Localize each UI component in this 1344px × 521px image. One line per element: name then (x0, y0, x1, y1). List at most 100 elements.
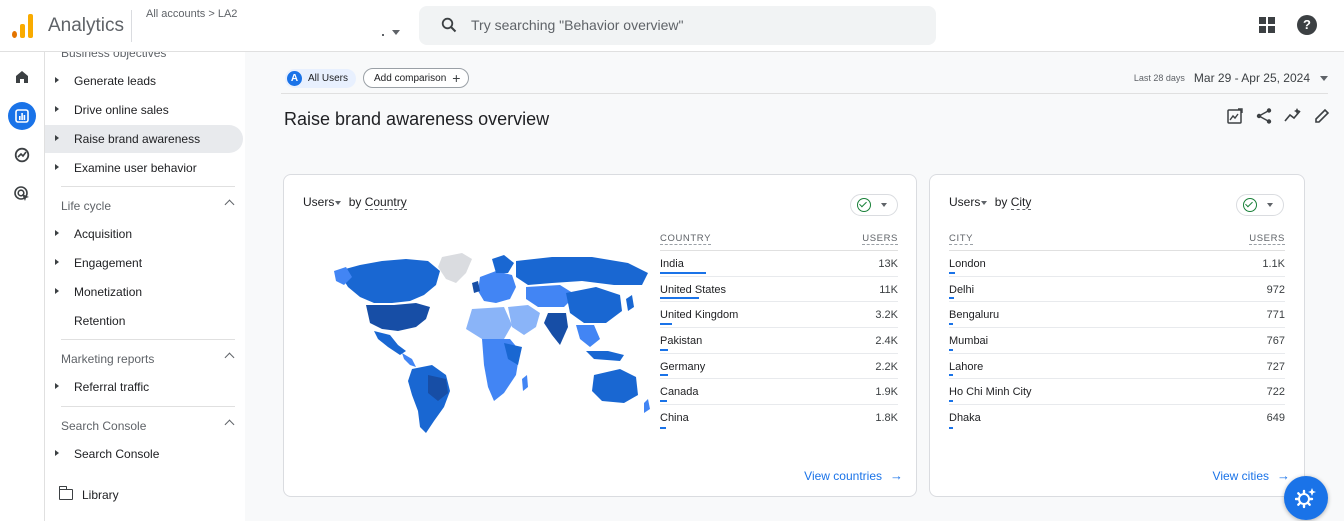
map-greenland (438, 253, 472, 283)
nav-section-life-cycle[interactable]: Life cycle (61, 199, 241, 213)
row-label: Canada (660, 386, 699, 399)
world-map[interactable] (332, 251, 652, 437)
table-row[interactable]: Germany 2.2K (660, 354, 898, 380)
ai-assistant-button[interactable] (1284, 476, 1328, 520)
advertising-icon[interactable] (8, 180, 36, 208)
reports-icon[interactable] (8, 102, 36, 130)
table-row[interactable]: Dhaka 649 (949, 405, 1285, 431)
row-share-bar (949, 348, 953, 351)
customize-report-icon[interactable] (1225, 106, 1245, 126)
row-label: Ho Chi Minh City (949, 386, 1032, 399)
home-icon[interactable] (8, 63, 36, 91)
share-icon[interactable] (1254, 106, 1274, 126)
ai-assistant-icon (1295, 488, 1316, 509)
map-north-africa (466, 307, 512, 339)
view-cities-link[interactable]: View cities → (1213, 468, 1290, 483)
map-australia (592, 369, 638, 403)
nav-item-engagement[interactable]: Engagement (45, 249, 243, 277)
column-header-city[interactable]: CITY (949, 233, 974, 245)
row-label: London (949, 258, 986, 270)
column-header-users[interactable]: USERS (1249, 233, 1285, 245)
row-value: 727 (1266, 360, 1285, 373)
users-by-city-card: Users by City CITY USERS London 1.1K Delhi… (929, 174, 1305, 497)
dimension-selector[interactable]: City (1010, 195, 1032, 210)
map-indonesia (586, 351, 624, 361)
help-icon[interactable]: ? (1297, 15, 1317, 35)
nav-item-generate-leads[interactable]: Generate leads (45, 67, 243, 95)
nav-divider (61, 186, 235, 187)
metric-selector[interactable]: Users (949, 195, 980, 209)
nav-item-label: Drive online sales (74, 103, 169, 117)
account-selector-dropdown[interactable] (380, 22, 404, 42)
table-row[interactable]: India 13K (660, 251, 898, 277)
card-options-chip[interactable] (850, 194, 898, 216)
segment-chip-all-users[interactable]: A All Users (285, 69, 357, 88)
view-countries-link[interactable]: View countries → (804, 468, 903, 483)
map-uk (472, 281, 480, 293)
table-row[interactable]: China 1.8K (660, 405, 898, 431)
nav-section-search-console[interactable]: Search Console (61, 419, 241, 433)
date-range-picker[interactable]: Last 28 days Mar 29 - Apr 25, 2024 (1134, 71, 1328, 85)
account-breadcrumb[interactable]: All accounts > LA2 (146, 8, 237, 20)
row-share-bar (949, 323, 953, 326)
expand-arrow-icon (55, 164, 59, 170)
insights-icon[interactable] (1283, 106, 1303, 126)
apps-grid-icon[interactable] (1259, 17, 1275, 33)
search-bar[interactable]: Try searching "Behavior overview" (419, 6, 936, 45)
expand-arrow-icon (55, 106, 59, 112)
column-header-country[interactable]: COUNTRY (660, 233, 711, 245)
metric-selector[interactable]: Users (303, 195, 334, 209)
nav-section-marketing-reports[interactable]: Marketing reports (61, 352, 241, 366)
explore-icon[interactable] (8, 141, 36, 169)
row-label: Mumbai (949, 335, 989, 348)
table-row[interactable]: Canada 1.9K (660, 379, 898, 406)
nav-item-monetization[interactable]: Monetization (45, 278, 243, 306)
app-title[interactable]: Analytics (48, 15, 124, 37)
table-row[interactable]: Bengaluru 771 (949, 302, 1285, 329)
table-row[interactable]: Delhi 972 (949, 277, 1285, 303)
nav-item-search-console[interactable]: Search Console (45, 440, 243, 468)
table-row[interactable]: Ho Chi Minh City 722 (949, 379, 1285, 406)
expand-arrow-icon (55, 259, 59, 265)
nav-item-drive-online-sales[interactable]: Drive online sales (45, 96, 243, 124)
table-row[interactable]: Lahore 727 (949, 354, 1285, 380)
nav-item-raise-brand-awareness[interactable]: Raise brand awareness (45, 125, 243, 153)
nav-item-library[interactable]: Library (82, 488, 119, 502)
map-new-zealand (644, 399, 650, 413)
row-label: Bengaluru (949, 309, 1000, 322)
nav-item-retention[interactable]: Retention (45, 307, 243, 335)
table-row[interactable]: London 1.1K (949, 251, 1285, 277)
map-japan (626, 295, 634, 311)
analytics-logo-icon[interactable] (12, 14, 34, 38)
nav-item-label: Examine user behavior (74, 161, 197, 175)
country-table: COUNTRY USERS India 13K United States 11K Un… (660, 233, 898, 431)
table-row[interactable]: Mumbai 767 (949, 328, 1285, 354)
table-row[interactable]: United Kingdom 3.2K (660, 302, 898, 329)
nav-item-referral-traffic[interactable]: Referral traffic (45, 373, 243, 401)
nav-section-label: Life cycle (61, 199, 112, 213)
row-value: 1.8K (875, 412, 898, 425)
expand-arrow-icon (55, 288, 59, 294)
expand-arrow-icon (55, 230, 59, 236)
card-options-chip[interactable] (1236, 194, 1284, 216)
title-connector: by (994, 195, 1008, 209)
chevron-up-icon (224, 419, 235, 430)
row-value: 2.4K (875, 335, 898, 348)
column-header-users[interactable]: USERS (862, 233, 898, 245)
dimension-selector[interactable]: Country (364, 195, 407, 210)
table-row[interactable]: Pakistan 2.4K (660, 328, 898, 354)
nav-section-business-objectives[interactable]: Business objectives (61, 52, 166, 60)
edit-icon[interactable] (1312, 106, 1332, 126)
add-comparison-button[interactable]: Add comparison + (363, 68, 470, 88)
chevron-down-icon (1320, 75, 1328, 81)
row-share-bar (660, 271, 706, 274)
chevron-down-icon (335, 200, 342, 205)
nav-item-examine-user-behavior[interactable]: Examine user behavior (45, 154, 243, 182)
check-circle-icon (1243, 198, 1257, 212)
arrow-right-icon: → (1277, 468, 1290, 483)
table-row[interactable]: United States 11K (660, 277, 898, 303)
nav-item-acquisition[interactable]: Acquisition (45, 220, 243, 248)
expand-arrow-icon (55, 450, 59, 456)
map-middle-east (508, 305, 540, 335)
title-connector: by (348, 195, 362, 209)
